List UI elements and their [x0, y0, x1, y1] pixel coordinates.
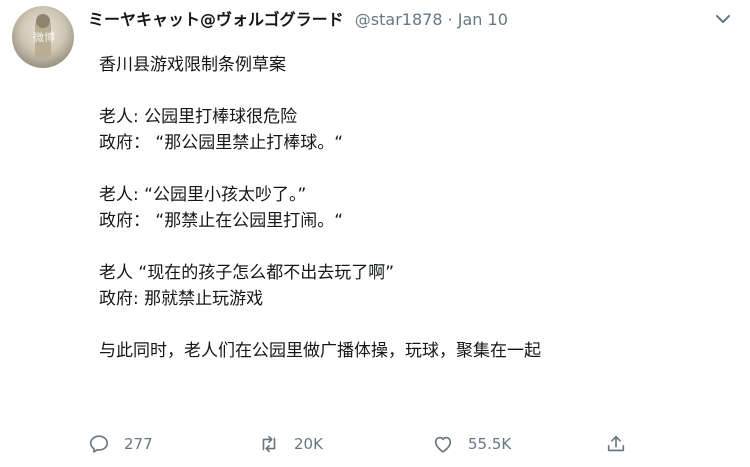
tweet-line: 政府： “那禁止在公园里打闹。“ — [99, 211, 344, 231]
reply-count: 277 — [124, 435, 153, 453]
tweet-line: 政府： “那公园里禁止打棒球。“ — [99, 133, 344, 153]
retweet-button[interactable]: 20K — [258, 430, 323, 458]
header-separator: · — [447, 10, 453, 29]
chevron-down-icon — [716, 15, 730, 23]
share-button[interactable] — [605, 430, 641, 458]
like-button[interactable]: 55.5K — [432, 430, 511, 458]
tweet-line: 与此同时，老人们在公园里做广播体操，玩球，聚集在一起 — [99, 341, 541, 361]
author-handle[interactable]: @star1878 — [355, 10, 443, 29]
reply-button[interactable]: 277 — [88, 430, 153, 458]
retweet-icon — [262, 435, 276, 453]
tweet-date[interactable]: Jan 10 — [458, 10, 508, 29]
retweet-count: 20K — [294, 435, 323, 453]
avatar-watermark: 微博 — [33, 31, 55, 44]
reply-icon — [89, 435, 109, 453]
tweet-actions: 277 20K 55.5K — [88, 430, 648, 458]
tweet-line: 政府: 那就禁止玩游戏 — [99, 289, 264, 309]
author-name[interactable]: ミーヤキャット@ヴォルゴグラード — [88, 10, 344, 29]
tweet-text: 香川县游戏限制条例草案 老人: 公园里打棒球很危险 政府： “那公园里禁止打棒球… — [99, 52, 541, 364]
tweet-line: 老人: “公园里小孩太吵了。” — [99, 185, 307, 205]
like-count: 55.5K — [468, 435, 512, 453]
tweet-header: ミーヤキャット@ヴォルゴグラード @star1878 · Jan 10 — [88, 9, 508, 31]
more-options-button[interactable] — [712, 10, 734, 28]
avatar-figure-head — [36, 14, 50, 28]
tweet-line: 老人: 公园里打棒球很危险 — [99, 107, 298, 127]
tweet-card: 微博 ミーヤキャット@ヴォルゴグラード @star1878 · Jan 10 香… — [0, 0, 750, 467]
avatar[interactable]: 微博 — [12, 6, 74, 68]
tweet-line: 香川县游戏限制条例草案 — [99, 55, 286, 75]
heart-icon — [434, 436, 452, 453]
share-icon — [607, 435, 625, 452]
tweet-line: 老人 “现在的孩子怎么都不出去玩了啊” — [99, 263, 395, 283]
